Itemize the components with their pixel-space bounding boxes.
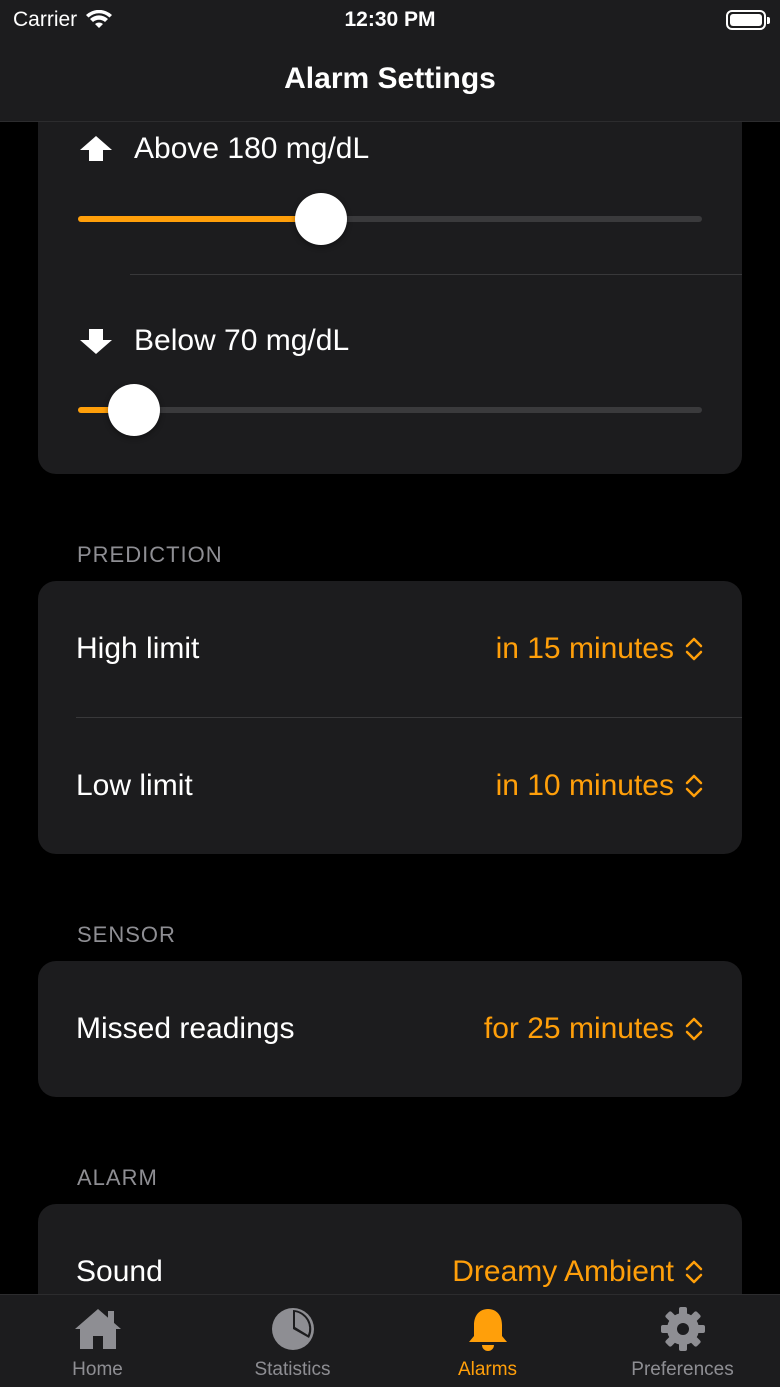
missed-readings-picker[interactable]: for 25 minutes (484, 1012, 704, 1046)
house-icon (74, 1309, 121, 1349)
low-limit-label: Low limit (76, 769, 193, 802)
sound-picker[interactable]: Dreamy Ambient (452, 1255, 704, 1289)
low-threshold-thumb[interactable] (108, 384, 161, 436)
sensor-section-header: SENSOR (77, 922, 176, 947)
alarm-card: Sound Dreamy Ambient (38, 1204, 742, 1294)
low-limit-picker[interactable]: in 10 minutes (496, 769, 704, 803)
prediction-section-header: PREDICTION (77, 542, 223, 567)
alarm-section-header: ALARM (77, 1165, 158, 1190)
chevron-up-down-icon (685, 1017, 703, 1041)
low-limit-value: in 10 minutes (495, 769, 674, 802)
tab-home-label: Home (72, 1359, 123, 1380)
chevron-up-down-icon (685, 637, 703, 661)
prediction-card: High limit in 15 minutes Low limit in 10… (38, 581, 742, 854)
gear-icon (660, 1307, 705, 1351)
tab-bar: Home Statistics Alarms Preferences (0, 1294, 780, 1387)
missed-readings-label: Missed readings (76, 1012, 295, 1045)
tab-home[interactable]: Home (0, 1295, 195, 1387)
low-threshold-slider[interactable] (78, 384, 702, 436)
arrow-up-icon (80, 136, 112, 161)
high-threshold-thumb[interactable] (295, 193, 348, 245)
high-limit-label: High limit (76, 632, 200, 665)
threshold-card: Above 180 mg/dL Below 70 mg/dL (38, 122, 742, 474)
chevron-up-down-icon (685, 1260, 703, 1284)
sound-value: Dreamy Ambient (452, 1255, 674, 1288)
missed-readings-value: for 25 minutes (483, 1012, 674, 1045)
low-limit-row[interactable]: Low limit in 10 minutes (38, 718, 742, 854)
battery-icon (726, 10, 770, 30)
status-bar: Carrier 12:30 PM (0, 0, 780, 40)
high-limit-picker[interactable]: in 15 minutes (496, 632, 704, 666)
chevron-up-down-icon (685, 774, 703, 798)
high-limit-row[interactable]: High limit in 15 minutes (38, 581, 742, 717)
sound-label: Sound (76, 1255, 163, 1288)
arrow-down-icon (80, 329, 112, 354)
page-title: Alarm Settings (284, 62, 496, 95)
tab-statistics[interactable]: Statistics (195, 1295, 390, 1387)
pie-chart-icon (271, 1308, 314, 1350)
high-threshold-row: Above 180 mg/dL (78, 132, 369, 166)
tab-preferences[interactable]: Preferences (585, 1295, 780, 1387)
high-threshold-fill (78, 216, 322, 222)
navigation-bar: Alarm Settings (0, 40, 780, 122)
high-threshold-label: Above 180 mg/dL (134, 132, 370, 165)
tab-alarms-label: Alarms (457, 1359, 518, 1380)
sensor-card: Missed readings for 25 minutes (38, 961, 742, 1097)
clock: 12:30 PM (344, 8, 436, 31)
settings-list[interactable]: Above 180 mg/dL Below 70 mg/dL PREDICTIO… (0, 122, 780, 1294)
low-threshold-label: Below 70 mg/dL (134, 324, 350, 357)
bell-icon (468, 1309, 507, 1351)
high-limit-value: in 15 minutes (495, 632, 674, 665)
tab-statistics-label: Statistics (254, 1359, 331, 1380)
sound-row[interactable]: Sound Dreamy Ambient (38, 1204, 742, 1294)
low-threshold-row: Below 70 mg/dL (78, 324, 349, 358)
high-threshold-slider[interactable] (78, 193, 702, 245)
divider (130, 274, 742, 275)
missed-readings-row[interactable]: Missed readings for 25 minutes (38, 961, 742, 1097)
tab-alarms[interactable]: Alarms (390, 1295, 585, 1387)
tab-preferences-label: Preferences (631, 1359, 734, 1380)
